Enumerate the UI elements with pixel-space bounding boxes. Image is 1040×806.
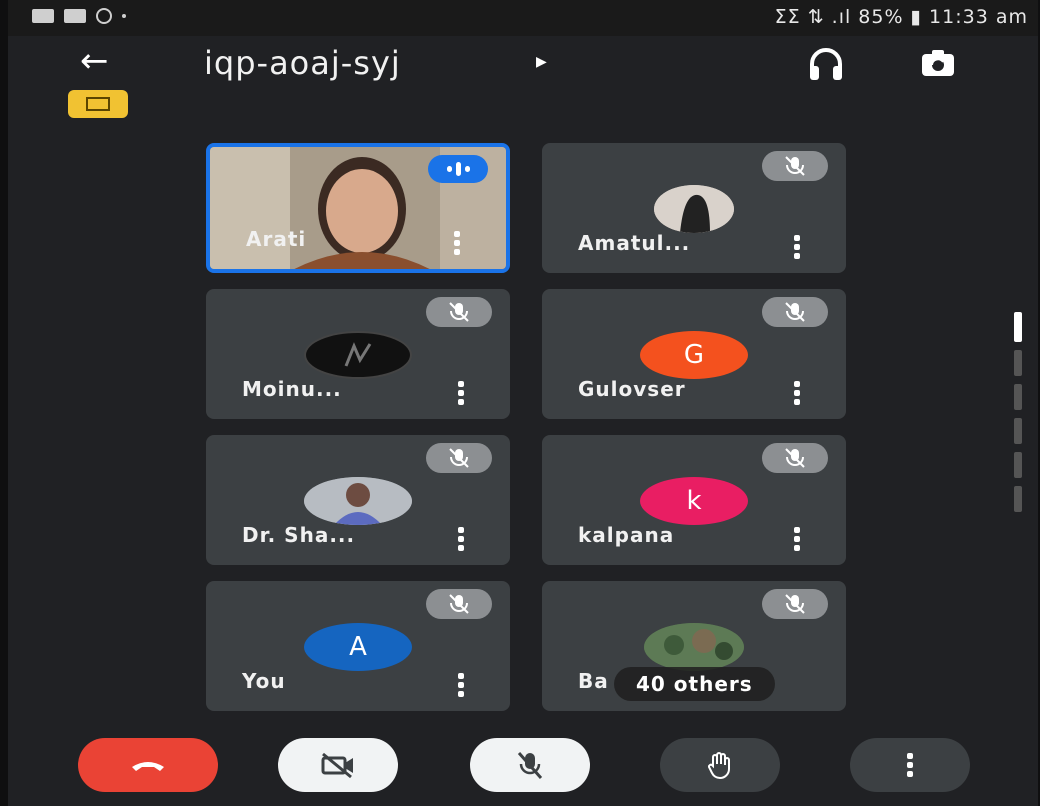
participant-tile-overflow[interactable]: Ba 40 others — [542, 581, 846, 711]
meet-screen: ⵉⵉ ⇅ .ıl 85% ▮ 11:33 am ← iqp-aoaj-syj ▶ — [8, 0, 1038, 806]
raise-hand-icon — [708, 752, 730, 780]
more-vert-icon[interactable] — [794, 527, 800, 551]
avatar — [644, 623, 744, 671]
sync-icon — [96, 8, 112, 24]
meeting-code[interactable]: iqp-aoaj-syj — [204, 44, 401, 82]
mic-off-icon — [762, 443, 828, 473]
avatar — [654, 185, 734, 233]
mic-off-icon — [426, 443, 492, 473]
switch-camera-icon[interactable] — [916, 44, 960, 84]
more-vert-icon[interactable] — [794, 381, 800, 405]
participant-tile-self[interactable]: A You — [206, 581, 510, 711]
participant-tile[interactable]: Moinu... — [206, 289, 510, 419]
audio-output-icon[interactable] — [804, 44, 848, 84]
mic-off-icon — [762, 297, 828, 327]
participant-tile[interactable]: Dr. Sha... — [206, 435, 510, 565]
avatar — [304, 477, 412, 525]
mic-toggle-button[interactable] — [470, 738, 590, 792]
status-right: ⵉⵉ ⇅ .ıl 85% ▮ 11:33 am — [774, 6, 1028, 28]
avatar: A — [304, 623, 412, 671]
more-vert-icon[interactable] — [794, 235, 800, 259]
mail-icon — [64, 9, 86, 23]
avatar: G — [640, 331, 748, 379]
participant-tile[interactable]: G Gulovser — [542, 289, 846, 419]
mic-off-icon — [762, 151, 828, 181]
participant-name: kalpana — [578, 523, 675, 547]
more-options-button[interactable] — [850, 738, 970, 792]
status-bar: ⵉⵉ ⇅ .ıl 85% ▮ 11:33 am — [8, 0, 1038, 36]
participant-tile[interactable]: Amatul... — [542, 143, 846, 273]
participant-name: Dr. Sha... — [242, 523, 356, 547]
participant-name: Moinu... — [242, 377, 342, 401]
speaking-indicator — [428, 155, 488, 183]
participant-name: You — [242, 669, 286, 693]
mic-off-icon — [426, 589, 492, 619]
captions-badge-icon[interactable] — [68, 90, 128, 118]
participant-name: Amatul... — [578, 231, 691, 255]
scroll-indicator[interactable] — [1014, 312, 1022, 528]
notification-icons — [32, 8, 126, 24]
participant-tile[interactable]: Arati — [206, 143, 510, 273]
message-icon — [32, 9, 54, 23]
more-vert-icon[interactable] — [458, 673, 464, 697]
participant-name: Arati — [246, 227, 307, 251]
end-call-button[interactable] — [78, 738, 218, 792]
more-vert-icon[interactable] — [458, 381, 464, 405]
camera-off-icon — [321, 752, 353, 779]
more-vert-icon[interactable] — [454, 231, 460, 255]
participant-name: Ba — [578, 669, 609, 693]
camera-toggle-button[interactable] — [278, 738, 398, 792]
top-bar: ← iqp-aoaj-syj ▶ — [8, 36, 1038, 96]
avatar: k — [640, 477, 748, 525]
others-count-pill[interactable]: 40 others — [614, 667, 775, 701]
mic-off-icon — [517, 752, 543, 779]
more-vert-icon[interactable] — [458, 527, 464, 551]
more-notifications-dot — [122, 14, 126, 18]
participant-tile[interactable]: k kalpana — [542, 435, 846, 565]
participant-name: Gulovser — [578, 377, 686, 401]
mic-off-icon — [426, 297, 492, 327]
mic-off-icon — [762, 589, 828, 619]
caret-right-icon[interactable]: ▶ — [536, 54, 547, 70]
end-call-icon — [132, 762, 164, 771]
more-vert-icon — [907, 753, 913, 777]
raise-hand-button[interactable] — [660, 738, 780, 792]
avatar — [304, 331, 412, 379]
back-arrow-icon[interactable]: ← — [80, 44, 109, 78]
